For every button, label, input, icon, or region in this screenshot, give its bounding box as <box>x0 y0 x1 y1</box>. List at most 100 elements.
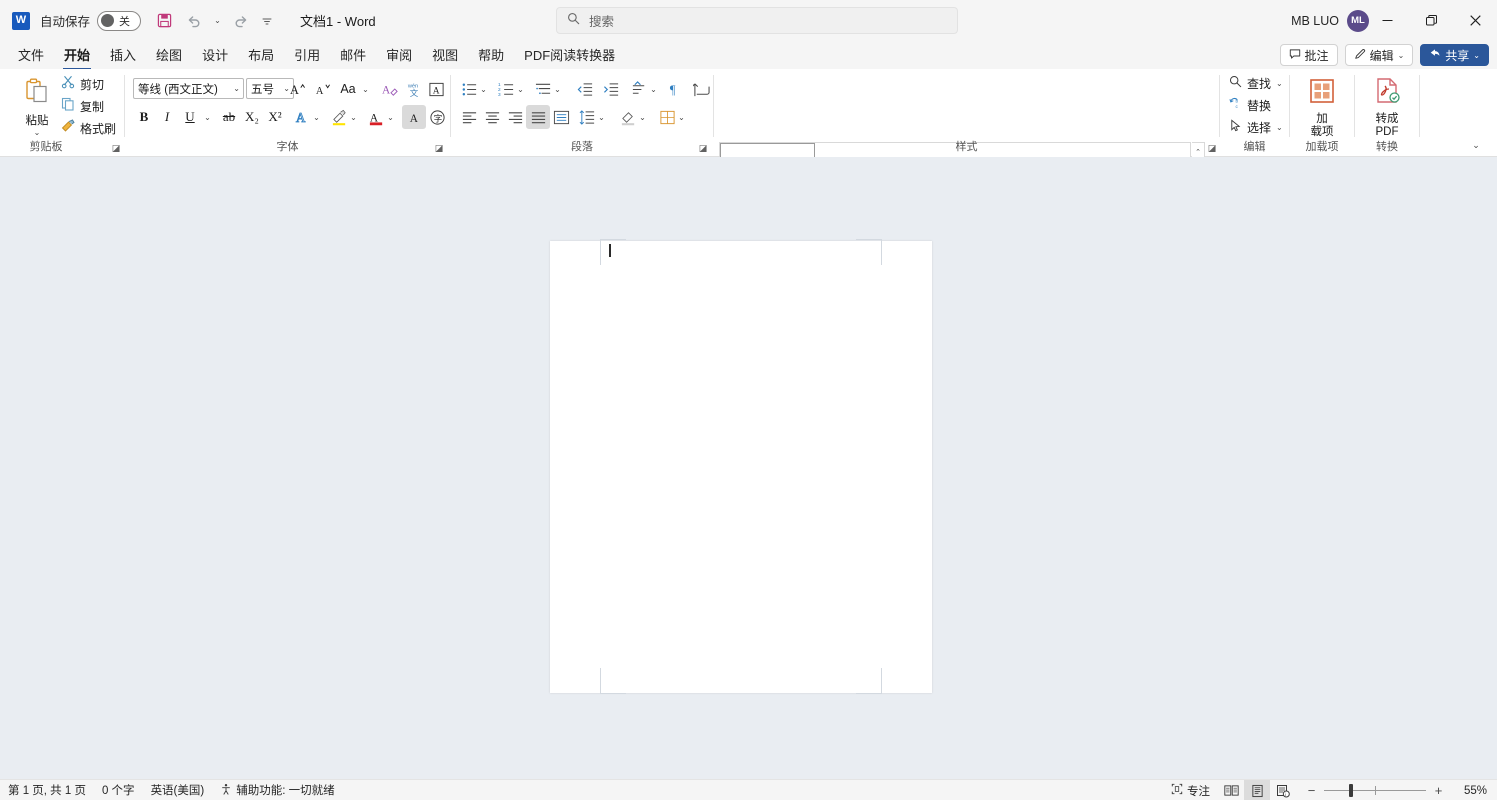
underline-button[interactable]: U <box>178 105 202 129</box>
change-case-button[interactable]: Aa <box>337 77 359 101</box>
qat-overflow-icon[interactable] <box>258 8 276 34</box>
find-chevron-icon[interactable]: ⌄ <box>1276 79 1283 88</box>
comments-button[interactable]: 批注 <box>1280 44 1338 66</box>
document-page[interactable] <box>550 241 932 693</box>
distribute-icon[interactable] <box>549 105 573 129</box>
web-layout-button[interactable]: i <box>1270 780 1296 800</box>
search-box[interactable]: 搜索 <box>556 7 958 34</box>
tab-mailings[interactable]: 邮件 <box>330 42 376 68</box>
font-name-value: 等线 (西文正文) <box>138 81 218 97</box>
bullets-chevron-icon[interactable]: ⌄ <box>477 77 490 101</box>
zoom-slider[interactable] <box>1324 780 1426 800</box>
tab-insert[interactable]: 插入 <box>100 42 146 68</box>
redo-icon[interactable] <box>228 8 254 34</box>
clipboard-dialog-launcher[interactable]: ◪ <box>110 142 122 154</box>
page-indicator[interactable]: 第 1 页, 共 1 页 <box>0 780 94 800</box>
zoom-level[interactable]: 55% <box>1453 785 1487 797</box>
bold-button[interactable]: B <box>132 105 156 129</box>
character-border-icon[interactable]: A <box>424 77 448 101</box>
zoom-out-button[interactable]: − <box>1306 783 1317 798</box>
underline-chevron-icon[interactable]: ⌄ <box>201 105 214 129</box>
undo-caret-icon[interactable]: ⌄ <box>211 8 224 34</box>
collapse-ribbon-icon[interactable]: ⌄ <box>1465 136 1487 154</box>
tab-file[interactable]: 文件 <box>8 42 54 68</box>
zoom-control[interactable]: − + 55% <box>1306 780 1491 800</box>
grow-font-icon[interactable]: A <box>285 77 309 101</box>
zoom-in-button[interactable]: + <box>1433 783 1444 798</box>
tab-layout[interactable]: 布局 <box>238 42 284 68</box>
font-name-combo[interactable]: 等线 (西文正文) ⌄ <box>133 78 244 99</box>
focus-mode-button[interactable]: 专注 <box>1163 780 1218 800</box>
zoom-slider-thumb[interactable] <box>1349 784 1353 797</box>
select-chevron-icon[interactable]: ⌄ <box>1276 123 1283 132</box>
tab-help[interactable]: 帮助 <box>468 42 514 68</box>
shrink-font-icon[interactable]: A <box>310 77 334 101</box>
accessibility-indicator[interactable]: 辅助功能: 一切就绪 <box>212 780 342 800</box>
select-button[interactable]: 选择 ⌄ <box>1225 117 1287 138</box>
increase-indent-icon[interactable] <box>599 77 623 101</box>
change-case-chevron-icon[interactable]: ⌄ <box>359 77 372 101</box>
line-spacing-chevron-icon[interactable]: ⌄ <box>595 105 608 129</box>
paste-button[interactable]: 粘贴 ⌄ <box>16 73 58 135</box>
text-effects-chevron-icon[interactable]: ⌄ <box>310 105 323 129</box>
multilevel-chevron-icon[interactable]: ⌄ <box>551 77 564 101</box>
share-button[interactable]: 共享 ⌄ <box>1420 44 1489 66</box>
undo-icon[interactable] <box>181 8 207 34</box>
tab-review[interactable]: 审阅 <box>376 42 422 68</box>
sort-az-secondary-icon[interactable] <box>689 77 713 101</box>
borders-chevron-icon[interactable]: ⌄ <box>675 105 688 129</box>
tab-view[interactable]: 视图 <box>422 42 468 68</box>
show-formatting-marks-icon[interactable]: ¶ <box>664 77 688 101</box>
paste-chevron-icon[interactable]: ⌄ <box>34 128 41 137</box>
decrease-indent-icon[interactable] <box>573 77 597 101</box>
account-area[interactable]: MB LUO ML <box>1291 0 1369 41</box>
format-painter-button[interactable]: 格式刷 <box>58 119 121 138</box>
tab-draw[interactable]: 绘图 <box>146 42 192 68</box>
align-left-icon[interactable] <box>457 105 481 129</box>
strikethrough-button[interactable]: ab <box>217 105 241 129</box>
clear-formatting-icon[interactable]: A <box>378 77 402 101</box>
read-mode-button[interactable] <box>1218 780 1244 800</box>
font-name-chevron-icon[interactable]: ⌄ <box>233 84 240 93</box>
phonetic-guide-icon[interactable]: wén文 <box>401 77 425 101</box>
language-indicator[interactable]: 英语(美国) <box>143 780 213 800</box>
align-center-icon[interactable] <box>480 105 504 129</box>
cut-button[interactable]: 剪切 <box>58 75 109 94</box>
font-dialog-launcher[interactable]: ◪ <box>433 142 445 154</box>
autosave-label: 自动保存 <box>40 11 90 30</box>
italic-button[interactable]: I <box>155 105 179 129</box>
character-shading-icon[interactable]: A <box>402 105 426 129</box>
convert-to-pdf-button[interactable]: 转成PDF <box>1362 73 1412 135</box>
restore-button[interactable] <box>1409 0 1453 41</box>
print-layout-button[interactable] <box>1244 780 1270 800</box>
paragraph-dialog-launcher[interactable]: ◪ <box>697 142 709 154</box>
addins-button[interactable]: 加载项 <box>1297 73 1347 135</box>
justify-icon[interactable] <box>526 105 550 129</box>
align-right-icon[interactable] <box>503 105 527 129</box>
close-button[interactable] <box>1453 0 1497 41</box>
styles-dialog-launcher[interactable]: ◪ <box>1206 142 1218 154</box>
subscript-button[interactable]: X₂ <box>240 105 264 129</box>
shading-chevron-icon[interactable]: ⌄ <box>636 105 649 129</box>
minimize-button[interactable] <box>1365 0 1409 41</box>
svg-text:i: i <box>1285 791 1286 796</box>
superscript-button[interactable]: X² <box>263 105 287 129</box>
replace-button[interactable]: bc 替换 <box>1225 95 1275 116</box>
numbering-chevron-icon[interactable]: ⌄ <box>514 77 527 101</box>
tab-home[interactable]: 开始 <box>54 42 100 68</box>
document-canvas[interactable] <box>0 157 1497 779</box>
find-label: 查找 <box>1247 75 1271 92</box>
find-button[interactable]: 查找 ⌄ <box>1225 73 1287 94</box>
tab-references[interactable]: 引用 <box>284 42 330 68</box>
save-icon[interactable] <box>151 8 177 34</box>
highlight-chevron-icon[interactable]: ⌄ <box>347 105 360 129</box>
enclose-characters-icon[interactable]: 字 <box>425 105 449 129</box>
sort-chevron-icon[interactable]: ⌄ <box>647 77 660 101</box>
font-color-chevron-icon[interactable]: ⌄ <box>384 105 397 129</box>
tab-design[interactable]: 设计 <box>192 42 238 68</box>
copy-button[interactable]: 复制 <box>58 97 109 116</box>
tab-pdf-converter[interactable]: PDF阅读转换器 <box>514 42 625 68</box>
word-count[interactable]: 0 个字 <box>94 780 143 800</box>
editing-mode-button[interactable]: 编辑 ⌄ <box>1345 44 1414 66</box>
autosave-toggle[interactable]: 关 <box>97 11 141 31</box>
